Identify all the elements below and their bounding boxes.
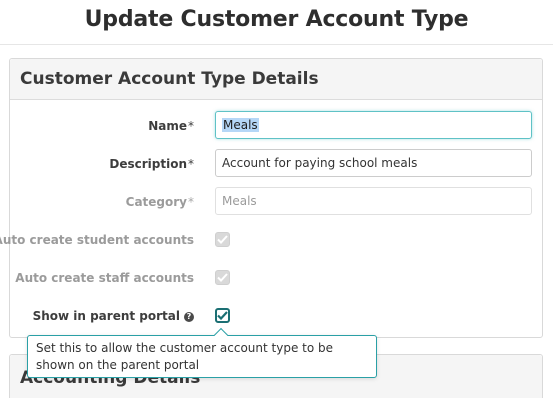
title-divider (0, 44, 553, 45)
show-in-parent-portal-row: Show in parent portal? (10, 301, 542, 331)
tooltip-text: Set this to allow the customer account t… (36, 341, 334, 372)
show-in-parent-portal-checkbox[interactable] (215, 308, 230, 323)
category-label: Category* (126, 187, 194, 217)
auto-staff-accounts-label: Auto create staff accounts (15, 271, 194, 285)
auto-staff-accounts-checkbox (215, 270, 230, 285)
description-label: Description* (109, 149, 194, 179)
details-panel-heading: Customer Account Type Details (10, 59, 542, 100)
name-required-mark: * (188, 119, 194, 133)
name-input[interactable]: Meals (215, 111, 532, 139)
auto-student-accounts-label: Auto create student accounts (0, 233, 194, 247)
description-input[interactable]: Account for paying school meals (215, 149, 532, 177)
name-label: Name* (148, 111, 194, 141)
show-in-parent-portal-label-text: Show in parent portal (32, 309, 180, 323)
auto-student-accounts-row: Auto create student accounts (0, 225, 542, 255)
help-tooltip: Set this to allow the customer account t… (27, 327, 377, 378)
page-title: Update Customer Account Type (84, 7, 469, 32)
name-row: Name* Meals (10, 111, 542, 141)
category-label-text: Category (125, 195, 187, 209)
auto-staff-accounts-row: Auto create staff accounts (10, 263, 542, 293)
description-required-mark: * (188, 157, 194, 171)
customer-account-type-details-panel: Customer Account Type Details Name* Meal… (0, 58, 543, 338)
auto-student-accounts-checkbox (215, 232, 230, 247)
description-row: Description* Account for paying school m… (10, 149, 542, 179)
category-input: Meals (215, 187, 532, 215)
category-row: Category* Meals (10, 187, 542, 217)
show-in-parent-portal-label: Show in parent portal? (33, 301, 194, 331)
description-label-text: Description (109, 157, 187, 171)
checkmark-icon (217, 311, 228, 320)
name-label-text: Name (148, 119, 187, 133)
checkmark-icon (217, 273, 228, 282)
checkmark-icon (217, 235, 228, 244)
name-input-value: Meals (222, 118, 259, 132)
category-required-mark: * (188, 195, 194, 209)
question-mark-icon[interactable]: ? (184, 312, 194, 322)
